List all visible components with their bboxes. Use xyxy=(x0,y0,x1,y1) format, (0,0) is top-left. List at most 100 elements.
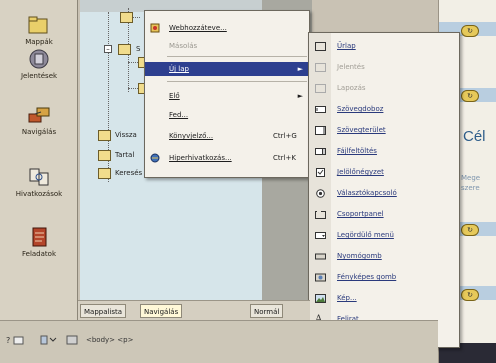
folder-icon[interactable] xyxy=(98,168,111,179)
folder-icon[interactable] xyxy=(120,12,133,23)
web-component-icon xyxy=(150,23,160,33)
menu-item-shortcut: Ctrl+G xyxy=(273,132,297,140)
nav-label-tasks: Feladatok xyxy=(22,250,56,258)
picture-button-icon xyxy=(315,273,326,282)
textarea-icon xyxy=(315,126,326,135)
submenu-item-push-button[interactable]: Nyomógomb xyxy=(309,249,459,264)
submenu-item-label: Nyomógomb xyxy=(337,252,382,260)
form-icon xyxy=(315,42,326,51)
file-upload-icon xyxy=(315,147,326,156)
submenu-item-dropdown[interactable]: Legördülő menü xyxy=(309,228,459,243)
tab-folder-list[interactable]: Mappalista xyxy=(80,304,127,318)
navigation-icon xyxy=(26,104,52,126)
submenu-item-textbox[interactable]: Szövegdoboz xyxy=(309,102,459,117)
group-box-icon xyxy=(315,210,326,219)
push-button-icon xyxy=(315,252,326,261)
menu-item-label: Másolás xyxy=(169,42,198,50)
hyperlink-icon xyxy=(150,153,160,163)
toolbar-options-icon[interactable] xyxy=(40,335,58,347)
doc-bullet-icon[interactable]: ↻ xyxy=(461,289,479,301)
submenu-item-label: Szövegterület xyxy=(337,126,386,134)
quick-tag-selector[interactable]: <body> <p> xyxy=(86,336,133,344)
submenu-item-textarea[interactable]: Szövegterület xyxy=(309,123,459,138)
submenu-item-group-box[interactable]: Csoportpanel xyxy=(309,207,459,222)
radio-button-icon xyxy=(315,189,326,198)
textbox-icon xyxy=(315,105,326,114)
menu-item-copy[interactable]: Másolás xyxy=(145,39,309,53)
menu-item-file[interactable]: Fed... xyxy=(145,108,309,122)
folders-icon xyxy=(26,14,52,36)
context-menu: Webhozzáteve... Másolás Új lap ► Elő ► F… xyxy=(144,10,310,178)
paging-icon xyxy=(315,84,326,93)
submenu-item-file-upload[interactable]: Fájlfeltöltés xyxy=(309,144,459,159)
tree-folder-label[interactable]: Keresés xyxy=(115,169,142,177)
folder-icon[interactable] xyxy=(98,130,111,141)
nav-item-reports[interactable]: Jelentések xyxy=(4,48,74,80)
folder-icon[interactable] xyxy=(98,150,111,161)
submenu-item-picture-button[interactable]: Fényképes gomb xyxy=(309,270,459,285)
menu-item-bookmark[interactable]: Könyvjelző... Ctrl+G xyxy=(145,129,309,143)
submenu-item-report[interactable]: Jelentés xyxy=(309,60,459,75)
nav-item-folders[interactable]: Mappák xyxy=(4,14,74,46)
doc-bullet-icon[interactable]: ↻ xyxy=(461,224,479,236)
doc-bullet-icon[interactable]: ↻ xyxy=(461,90,479,102)
submenu-item-image[interactable]: Kép... xyxy=(309,291,459,306)
expand-toggle-icon[interactable]: – xyxy=(104,45,112,53)
image-icon xyxy=(315,294,326,303)
menu-item-label: Elő xyxy=(169,92,180,100)
doc-text-line: szere xyxy=(461,184,480,192)
menu-item-label: Webhozzáteve... xyxy=(169,24,227,32)
nav-label-navigation: Navigálás xyxy=(21,128,57,136)
submenu-item-label: Jelölőnégyzet xyxy=(337,168,384,176)
doc-text-line: Mege xyxy=(461,174,481,182)
submenu-item-label: Legördülő menü xyxy=(337,231,394,239)
doc-heading: Cél xyxy=(463,128,486,145)
submenu-arrow-icon: ► xyxy=(297,92,303,100)
submenu-item-label: Szövegdoboz xyxy=(337,105,384,113)
status-bar: ? <body> <p> xyxy=(0,320,438,363)
submenu-item-radio-button[interactable]: Választókapcsoló xyxy=(309,186,459,201)
spelling-icon[interactable]: ? xyxy=(6,335,26,347)
hyperlinks-icon xyxy=(26,166,52,188)
doc-bullet-icon[interactable]: ↻ xyxy=(461,25,479,37)
nav-item-tasks[interactable]: Feladatok xyxy=(4,226,74,258)
submenu-item-label: Választókapcsoló xyxy=(337,189,397,197)
submenu-item-label: Fényképes gomb xyxy=(337,273,397,281)
submenu-item-label: Űrlap xyxy=(337,42,356,50)
menu-item-image[interactable]: Elő ► xyxy=(145,89,309,103)
report-icon xyxy=(315,63,326,72)
views-bar: Mappák Jelentések Navigálás Hivatkozások… xyxy=(0,0,78,320)
menu-item-label: Új lap xyxy=(169,65,189,73)
submenu-item-label: Kép... xyxy=(337,294,357,302)
checkbox-icon xyxy=(315,168,326,177)
menu-separator xyxy=(167,81,307,82)
quick-tag-icon[interactable] xyxy=(66,335,78,347)
menu-separator xyxy=(167,56,307,57)
tree-folder-label[interactable]: Tartal xyxy=(115,151,134,159)
submenu-item-paging[interactable]: Lapozás xyxy=(309,81,459,96)
submenu-item-checkbox[interactable]: Jelölőnégyzet xyxy=(309,165,459,180)
folder-icon[interactable] xyxy=(118,44,131,55)
submenu-item-label: Csoportpanel xyxy=(337,210,384,218)
menu-item-hyperlink[interactable]: Hiperhivatkozás... Ctrl+K xyxy=(145,151,309,165)
svg-text:?: ? xyxy=(6,336,10,345)
submenu-item-label: Fájlfeltöltés xyxy=(337,147,377,155)
nav-item-navigation[interactable]: Navigálás xyxy=(4,104,74,136)
tree-folder-label[interactable]: S xyxy=(136,45,140,53)
menu-item-label: Fed... xyxy=(169,111,189,119)
nav-item-hyperlinks[interactable]: Hivatkozások xyxy=(4,166,74,198)
tree-folder-label[interactable]: Vissza xyxy=(115,131,137,139)
menu-item-form[interactable]: Új lap ► xyxy=(145,62,309,76)
pane-tab-bar: Mappalista Navigálás Normál xyxy=(78,300,310,320)
menu-item-shortcut: Ctrl+K xyxy=(273,154,296,162)
nav-label-folders: Mappák xyxy=(25,38,53,46)
menu-item-label: Könyvjelző... xyxy=(169,132,214,140)
nav-label-hyperlinks: Hivatkozások xyxy=(15,190,63,198)
tasks-icon xyxy=(26,226,52,248)
menu-item-label: Hiperhivatkozás... xyxy=(169,154,232,162)
submenu-item-form[interactable]: Űrlap xyxy=(309,39,459,54)
tab-normal-view[interactable]: Normál xyxy=(250,304,284,318)
menu-item-web-component[interactable]: Webhozzáteve... xyxy=(145,21,309,35)
tab-navigation[interactable]: Navigálás xyxy=(140,304,183,318)
dropdown-icon xyxy=(315,231,326,240)
